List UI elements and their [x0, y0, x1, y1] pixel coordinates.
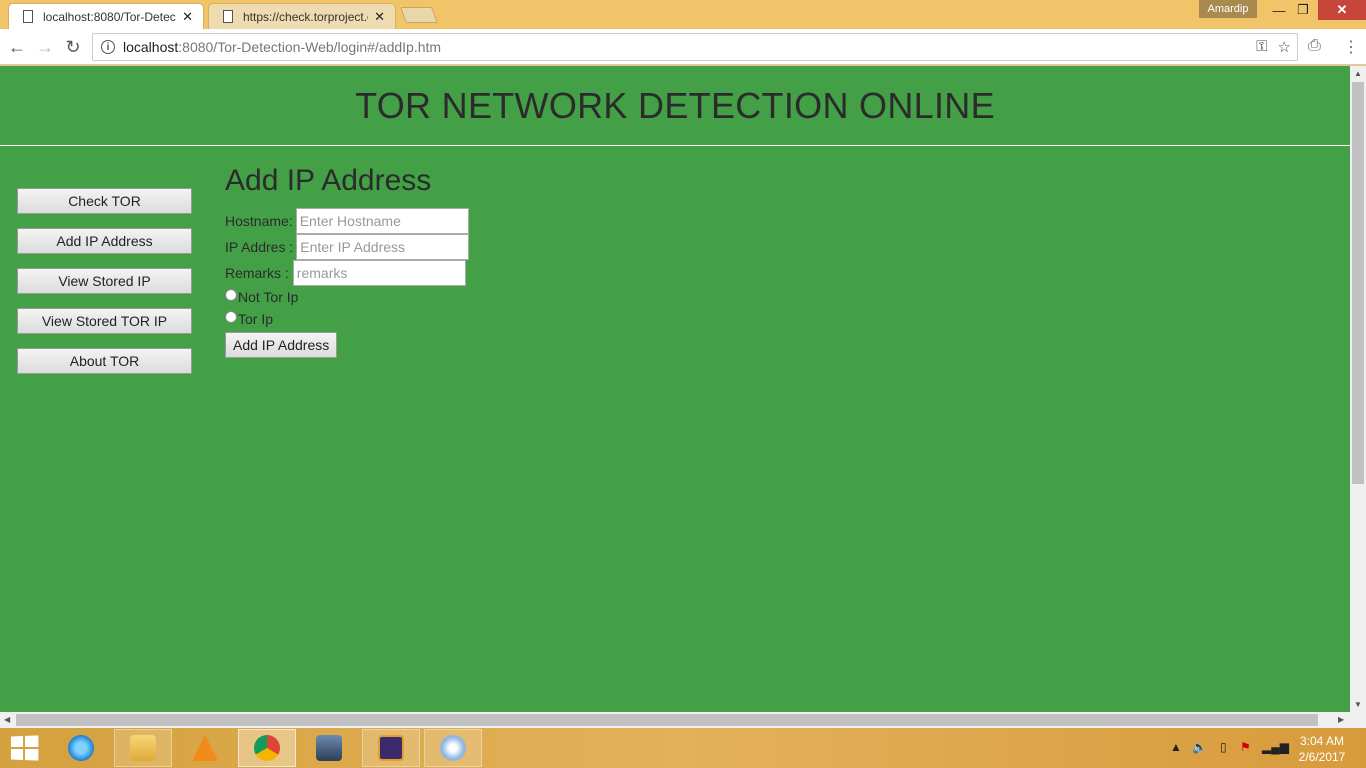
vertical-scroll-thumb[interactable]: [1352, 82, 1364, 484]
clock-time: 3:04 AM: [1299, 734, 1345, 748]
browser-toolbar: ← → ↻ i localhost:8080/Tor-Detection-Web…: [0, 29, 1366, 65]
document-icon: [223, 10, 233, 23]
extension-icon[interactable]: ⎙: [1308, 37, 1321, 55]
vertical-scrollbar[interactable]: ▲ ▼: [1350, 66, 1366, 712]
add-ip-address-submit-button[interactable]: Add IP Address: [225, 332, 338, 358]
horizontal-scrollbar[interactable]: ◀ ▶: [0, 712, 1350, 728]
tor-radio-row: Tor Ip: [225, 308, 469, 330]
info-icon[interactable]: i: [101, 40, 115, 54]
add-ip-address-button[interactable]: Add IP Address: [17, 228, 192, 254]
view-stored-tor-ip-button[interactable]: View Stored TOR IP: [17, 308, 192, 334]
restore-button[interactable]: ❐: [1292, 0, 1314, 20]
tab-localhost[interactable]: localhost:8080/Tor-Detec ✕: [8, 3, 204, 29]
not-tor-radio-row: Not Tor Ip: [225, 286, 469, 308]
vlc-icon[interactable]: [176, 729, 234, 767]
document-icon: [23, 10, 33, 23]
scroll-right-icon[interactable]: ▶: [1338, 715, 1344, 724]
url-host: localhost: [123, 39, 179, 55]
add-ip-form: Add IP Address Hostname: IP Addres : Rem…: [225, 164, 470, 358]
scroll-up-icon[interactable]: ▲: [1354, 69, 1362, 78]
close-tab-icon[interactable]: ✕: [374, 9, 385, 25]
volume-icon[interactable]: 🔈: [1192, 740, 1207, 754]
ip-label: IP Addres :: [225, 239, 294, 255]
page-header: TOR NETWORK DETECTION ONLINE: [0, 66, 1350, 146]
battery-icon[interactable]: ▯: [1220, 740, 1227, 754]
chrome-logo-icon: [254, 735, 280, 761]
scroll-down-icon[interactable]: ▼: [1354, 700, 1362, 709]
about-tor-button[interactable]: About TOR: [17, 348, 192, 374]
windows-taskbar: ▲ 🔈 ▯ ⚑ ▂▄▆ 3:04 AM 2/6/2017: [0, 728, 1366, 768]
check-tor-button[interactable]: Check TOR: [17, 188, 192, 214]
media-app-icon[interactable]: [300, 729, 358, 767]
minimize-button[interactable]: —: [1268, 0, 1290, 20]
remarks-row: Remarks :: [225, 260, 469, 286]
view-stored-ip-button[interactable]: View Stored IP: [17, 268, 192, 294]
media-app-glyph: [316, 735, 342, 761]
key-icon[interactable]: ⚿: [1256, 38, 1267, 56]
ie-icon[interactable]: [52, 729, 110, 767]
address-bar[interactable]: i localhost:8080/Tor-Detection-Web/login…: [92, 33, 1298, 61]
ip-row: IP Addres :: [225, 234, 470, 260]
tab-title: https://check.torproject.o: [243, 9, 369, 24]
new-tab-button[interactable]: [400, 7, 438, 23]
tor-label: Tor Ip: [238, 311, 274, 327]
url-path: :8080/Tor-Detection-Web/login#/addIp.htm: [178, 39, 442, 55]
horizontal-scroll-thumb[interactable]: [16, 714, 1318, 726]
paint-icon[interactable]: [424, 729, 482, 767]
menu-icon[interactable]: ⋮: [1343, 37, 1359, 57]
java-ee-ide-icon[interactable]: [362, 729, 420, 767]
form-heading: Add IP Address: [225, 164, 432, 197]
file-explorer-icon[interactable]: [114, 729, 172, 767]
hostname-input[interactable]: [295, 208, 469, 234]
close-window-button[interactable]: ✕: [1318, 0, 1366, 20]
hostname-row: Hostname:: [225, 208, 469, 234]
java-ee-glyph: [378, 735, 404, 761]
sidebar-nav: Check TOR Add IP Address View Stored IP …: [17, 188, 192, 388]
system-clock[interactable]: 3:04 AM 2/6/2017: [1290, 733, 1354, 765]
hostname-label: Hostname:: [225, 213, 293, 229]
chrome-icon[interactable]: [238, 729, 296, 767]
back-icon[interactable]: ←: [6, 36, 28, 58]
reload-icon[interactable]: ↻: [62, 36, 84, 58]
tor-radio[interactable]: [225, 311, 237, 323]
scroll-left-icon[interactable]: ◀: [4, 715, 10, 724]
signal-icon[interactable]: ▂▄▆: [1262, 740, 1289, 754]
page-title: TOR NETWORK DETECTION ONLINE: [355, 84, 995, 126]
paint-palette-icon: [440, 735, 466, 761]
clock-date: 2/6/2017: [1298, 750, 1346, 764]
vlc-cone-icon: [192, 735, 218, 761]
tab-torproject[interactable]: https://check.torproject.o ✕: [208, 3, 396, 29]
browser-tab-strip: localhost:8080/Tor-Detec ✕ https://check…: [0, 0, 1366, 29]
remarks-label: Remarks :: [225, 265, 289, 281]
folder-icon: [130, 735, 156, 761]
show-hidden-icons-icon[interactable]: ▲: [1170, 740, 1182, 754]
bookmark-star-icon[interactable]: ☆: [1278, 38, 1291, 56]
profile-button[interactable]: Amardip: [1199, 0, 1257, 18]
tab-title: localhost:8080/Tor-Detec: [43, 9, 176, 24]
windows-start-icon[interactable]: [10, 735, 39, 761]
ie-icon-glyph: [68, 735, 94, 761]
network-warning-icon[interactable]: ⚑: [1240, 740, 1251, 754]
forward-icon[interactable]: →: [34, 36, 56, 58]
scrollbar-corner: [1350, 712, 1366, 728]
close-tab-icon[interactable]: ✕: [182, 9, 193, 25]
remarks-input[interactable]: [292, 260, 466, 286]
not-tor-label: Not Tor Ip: [238, 289, 299, 305]
ip-address-input[interactable]: [296, 234, 470, 260]
not-tor-radio[interactable]: [225, 289, 237, 301]
page-viewport: TOR NETWORK DETECTION ONLINE Check TOR A…: [0, 66, 1350, 712]
